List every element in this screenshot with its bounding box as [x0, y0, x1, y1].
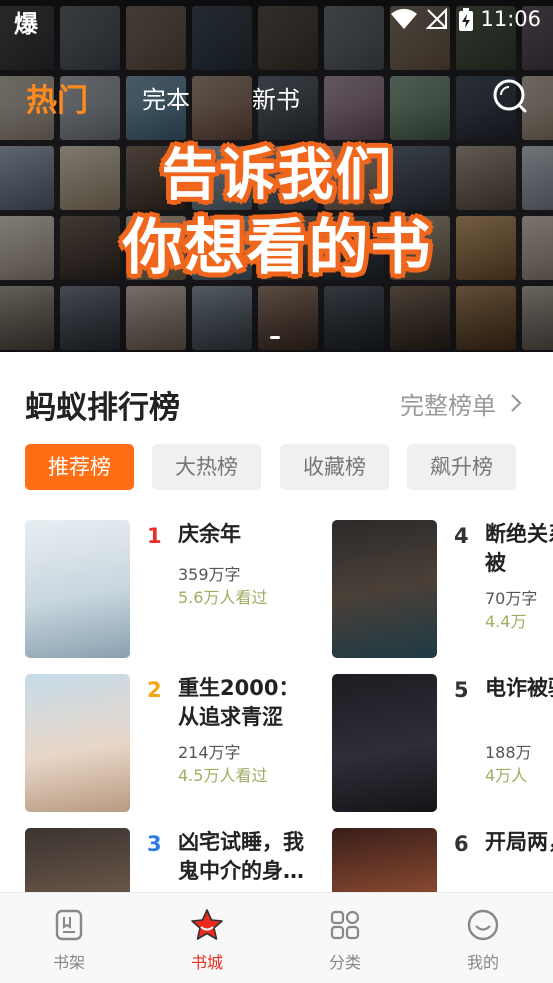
tab-hot[interactable]: 热门	[26, 75, 88, 120]
tab-completed[interactable]: 完本	[142, 80, 190, 115]
status-time: 11:06	[480, 7, 541, 31]
book-title[interactable]: 开局两，	[485, 828, 553, 857]
book-readers: 4.5万人看过	[178, 766, 268, 785]
book-rank: 5	[454, 678, 469, 702]
battery-charging-icon	[459, 8, 473, 31]
nav-bookshelf[interactable]: 书架	[0, 893, 138, 983]
nav-label: 书架	[52, 953, 85, 972]
book-title[interactable]: 重生2000：从追求青涩校…	[178, 674, 318, 732]
ranking-title: 蚂蚁排行榜	[25, 390, 180, 426]
book-item[interactable]: 1 庆余年 359万字 5.6万人看过	[25, 520, 325, 660]
nav-profile[interactable]: 我的	[414, 893, 552, 983]
book-title[interactable]: 断绝关系后我被	[485, 520, 553, 578]
tab-recommended[interactable]: 推荐榜	[25, 444, 134, 490]
top-tabs: 热门 完本 新书	[0, 70, 553, 120]
tab-rising[interactable]: 飙升榜	[407, 444, 516, 490]
book-item[interactable]: 5 电诈被骗 188万 4万人	[332, 674, 553, 814]
book-cover-image[interactable]	[25, 674, 130, 812]
book-readers: 5.6万人看过	[178, 588, 268, 607]
book-word-count: 214万字	[178, 743, 241, 762]
tab-popular[interactable]: 大热榜	[152, 444, 261, 490]
nav-category[interactable]: 分类	[276, 893, 414, 983]
book-word-count: 70万字	[485, 589, 538, 608]
book-readers: 4万人	[485, 766, 528, 785]
book-rank: 3	[147, 832, 162, 856]
search-icon[interactable]	[492, 78, 528, 114]
status-bar: 爆 11:06	[0, 0, 553, 38]
book-item[interactable]: 3 凶宅试睡，我鬼中介的身…	[25, 828, 325, 892]
nav-label: 我的	[466, 953, 499, 972]
tab-favorites[interactable]: 收藏榜	[280, 444, 389, 490]
banner-headline-line1: 告诉我们	[161, 143, 394, 208]
bookshelf-icon	[55, 909, 83, 941]
bottom-nav: 书架 书城 分类 我的	[0, 892, 553, 983]
book-cover-image[interactable]	[332, 520, 437, 658]
no-signal-icon	[426, 8, 447, 29]
book-word-count: 359万字	[178, 565, 241, 584]
category-grid-icon	[330, 910, 360, 940]
book-cover-image[interactable]	[332, 674, 437, 812]
book-rank: 2	[147, 678, 162, 702]
full-ranking-link[interactable]: 完整榜单	[400, 386, 496, 421]
book-title[interactable]: 电诈被骗	[485, 674, 553, 703]
chevron-right-icon[interactable]	[508, 392, 524, 414]
book-rank: 1	[147, 524, 162, 548]
app-notification-icon: 爆	[14, 10, 38, 38]
book-cover-image[interactable]	[25, 520, 130, 658]
tab-new-books[interactable]: 新书	[252, 80, 300, 115]
book-cover-image[interactable]	[332, 828, 437, 892]
banner-headline-line2: 你想看的书	[122, 213, 433, 283]
book-title[interactable]: 庆余年	[178, 520, 318, 549]
book-title[interactable]: 凶宅试睡，我鬼中介的身…	[178, 828, 318, 886]
nav-label: 书城	[190, 953, 223, 972]
book-item[interactable]: 2 重生2000：从追求青涩校… 214万字 4.5万人看过	[25, 674, 325, 814]
book-item[interactable]: 4 断绝关系后我被 70万字 4.4万	[332, 520, 553, 660]
profile-smile-icon	[467, 909, 499, 941]
banner-pager-indicator	[270, 336, 280, 339]
book-rank: 6	[454, 832, 469, 856]
hero-banner[interactable]: 告诉我们 你想看的书 爆 11:06 热门 完本 新书	[0, 0, 553, 352]
book-item[interactable]: 6 开局两，	[332, 828, 553, 892]
book-rank: 4	[454, 524, 469, 548]
ranking-tabs: 推荐榜 大热榜 收藏榜 飙升榜	[0, 444, 553, 490]
nav-bookstore[interactable]: 书城	[138, 893, 276, 983]
wifi-icon	[391, 8, 417, 29]
book-readers: 4.4万	[485, 612, 527, 631]
nav-label: 分类	[328, 953, 361, 972]
app-root: 告诉我们 你想看的书 爆 11:06 热门 完本 新书 蚂蚁排行榜 完整榜单 推…	[0, 0, 553, 983]
book-cover-image[interactable]	[25, 828, 130, 892]
bookstore-star-icon	[191, 909, 223, 940]
book-word-count: 188万	[485, 743, 532, 762]
ranking-section: 蚂蚁排行榜 完整榜单 推荐榜 大热榜 收藏榜 飙升榜 1 庆余年 359万字 5…	[0, 352, 553, 892]
